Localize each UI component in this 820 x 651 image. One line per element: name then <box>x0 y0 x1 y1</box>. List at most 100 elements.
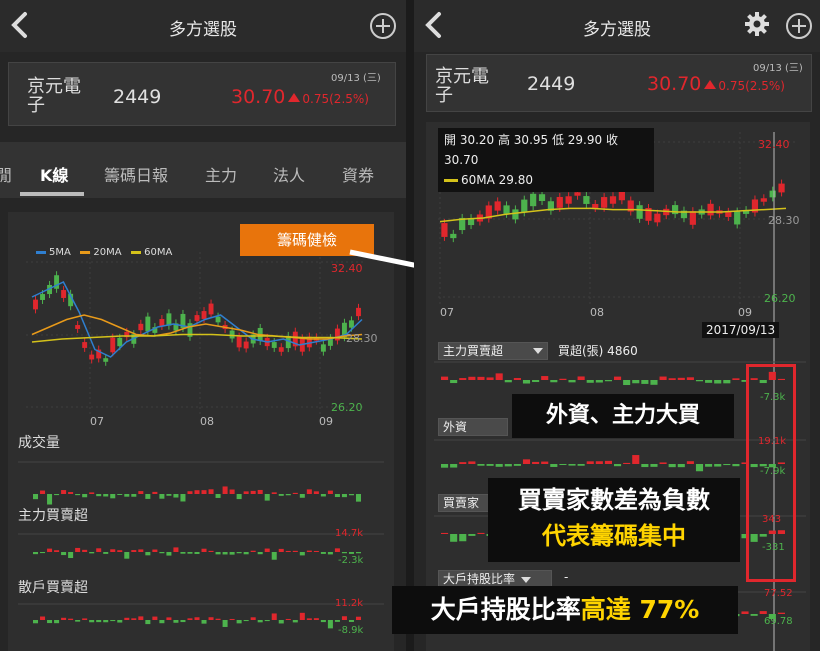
foreign-bar <box>723 464 731 466</box>
volume-bar <box>243 491 249 494</box>
foreign-bar <box>732 464 740 467</box>
tab-margin[interactable]: 資券 <box>342 162 374 186</box>
retail-label: 散戶買賣超 <box>18 580 88 596</box>
retail-bar <box>180 620 186 623</box>
retail-bar <box>47 620 53 624</box>
tab-partial[interactable]: 閒 <box>0 162 12 186</box>
main-force-bar <box>714 380 722 384</box>
candle-body <box>117 337 123 347</box>
main-force-bar <box>568 380 576 383</box>
callout-holder-part1: 大戶持股比率 <box>430 595 581 624</box>
stock-code: 2449 <box>113 86 162 108</box>
main-force-bar <box>215 552 221 555</box>
header: 多方選股 <box>414 0 820 52</box>
add-icon[interactable] <box>370 13 396 39</box>
foreign-bar <box>532 461 540 464</box>
volume-bar <box>47 494 53 505</box>
main-force-bar <box>468 376 476 380</box>
main-force-bar <box>477 376 485 380</box>
main-force-bar <box>504 380 512 383</box>
quote-date: 09/13 (三) <box>753 63 803 74</box>
quote-box: 京元電子 2449 09/13 (三) 30.70 0.75(2.5%) <box>8 62 396 126</box>
main-force-low: -2.3k <box>338 555 364 566</box>
retail-bar <box>320 620 326 623</box>
main-force-bar <box>173 547 179 552</box>
main-force-bar <box>201 548 207 552</box>
foreign-bar <box>586 461 594 464</box>
up-arrow-icon <box>704 80 717 89</box>
cursor-date: 2017/09/13 <box>702 322 780 338</box>
tab-institutional[interactable]: 法人 <box>273 162 305 186</box>
foreign-bar <box>441 464 449 468</box>
candle-body <box>494 201 501 211</box>
candle-body <box>145 316 151 332</box>
candle-body <box>556 196 563 208</box>
candle-body <box>110 337 116 353</box>
main-force-bar <box>659 376 667 380</box>
candle-body <box>503 205 510 214</box>
tab-kline[interactable]: K線 <box>40 162 68 186</box>
volume-bar <box>124 494 130 497</box>
tab-main-force[interactable]: 主力 <box>205 162 237 186</box>
stock-code: 2449 <box>527 73 576 95</box>
volume-bar <box>299 494 305 498</box>
foreign-bar <box>486 464 494 466</box>
candle-body <box>33 299 38 310</box>
main-force-value: 買超(張) 4860 <box>558 344 638 358</box>
main-force-bar <box>334 548 340 552</box>
x-tick-08: 08 <box>590 306 604 319</box>
main-force-bar <box>695 380 704 382</box>
foreign-bar <box>705 464 713 467</box>
main-force-bar <box>159 552 165 554</box>
volume-bar <box>201 490 207 494</box>
retail-bar <box>152 616 158 620</box>
add-icon[interactable] <box>786 13 812 39</box>
main-force-bar <box>705 380 713 383</box>
holder-low: 69.78 <box>764 616 793 627</box>
main-force-bar <box>586 380 594 383</box>
retail-bar <box>82 618 88 620</box>
foreign-select[interactable]: 外資 <box>438 418 508 436</box>
foreign-bar <box>604 460 612 464</box>
quote-date: 09/13 (三) <box>331 73 381 84</box>
volume-bar <box>306 489 312 494</box>
foreign-bar <box>668 464 676 468</box>
retail-bar <box>341 616 347 620</box>
candle-body <box>75 325 81 329</box>
volume-bar <box>82 494 88 498</box>
ma-legend: 5MA 20MA 60MA <box>36 247 172 258</box>
broker-diff-select-label: 買賣家 <box>443 496 480 510</box>
candle-body <box>215 316 221 323</box>
volume-bar <box>236 494 242 500</box>
main-force-select-label: 主力買賣超 <box>443 344 504 358</box>
volume-bar <box>348 494 354 496</box>
main-force-bar <box>264 548 270 552</box>
foreign-bar <box>477 464 485 466</box>
candle-body <box>574 192 581 196</box>
main-force-bar <box>96 548 102 552</box>
volume-bar <box>61 490 67 494</box>
holder-ratio-select-label: 大戶持股比率 <box>443 572 516 586</box>
foreign-bar <box>650 464 658 467</box>
gear-icon[interactable] <box>744 11 770 37</box>
main-force-bar <box>117 550 123 552</box>
main-force-bar <box>668 378 676 380</box>
callout-line2: 代表籌碼集中 <box>542 522 686 550</box>
main-force-select[interactable]: 主力買賣超 <box>438 342 548 360</box>
volume-bar <box>334 494 340 498</box>
holder-ratio-value: - <box>564 570 569 584</box>
candle-body <box>201 311 207 319</box>
main-force-bar <box>110 549 116 552</box>
price-change: 0.75(2.5%) <box>718 79 785 93</box>
retail-bar <box>40 616 46 620</box>
foreign-bar <box>513 464 521 466</box>
broker-diff-bar <box>450 534 458 542</box>
volume-bar <box>131 494 137 497</box>
tab-chip-daily[interactable]: 籌碼日報 <box>104 162 168 186</box>
main-force-bar <box>313 550 319 552</box>
holder-ratio-bar <box>741 611 749 614</box>
volume-bar <box>152 491 158 494</box>
volume-bar <box>33 494 39 500</box>
main-force-bar <box>641 380 649 384</box>
volume-bar <box>257 489 263 494</box>
